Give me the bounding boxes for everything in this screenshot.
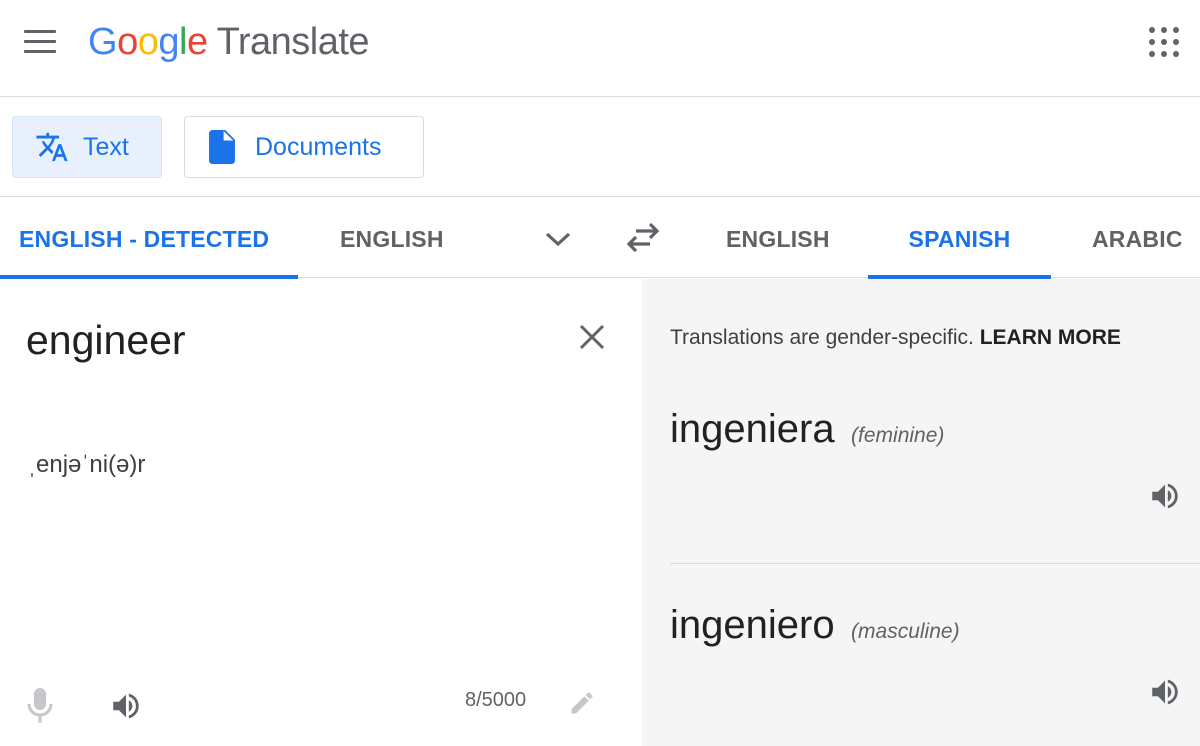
translation-word: ingeniera <box>670 407 835 451</box>
translation-masculine[interactable]: ingeniero (masculine) <box>670 603 960 648</box>
listen-source-button[interactable] <box>108 689 144 723</box>
target-lang-tab-arabic[interactable]: ARABIC <box>1092 198 1183 278</box>
text-mode-button[interactable]: Text <box>12 116 162 178</box>
translation-divider <box>670 563 1200 564</box>
listen-feminine-button[interactable] <box>1147 479 1183 513</box>
menu-bar <box>24 50 56 53</box>
listen-masculine-button[interactable] <box>1147 675 1183 709</box>
logo-letter: l <box>178 21 187 63</box>
apps-dot <box>1173 39 1179 45</box>
translation-gender: (masculine) <box>851 620 960 643</box>
speaker-icon <box>1152 679 1178 705</box>
apps-dot <box>1161 27 1167 33</box>
documents-mode-button[interactable]: Documents <box>184 116 424 178</box>
close-icon <box>579 324 605 350</box>
apps-dot <box>1161 51 1167 57</box>
voice-input-button[interactable] <box>25 687 55 725</box>
document-icon <box>209 130 235 164</box>
source-lang-more-button[interactable] <box>541 224 575 254</box>
character-count: 8/5000 <box>465 689 527 711</box>
text-mode-label: Text <box>83 132 129 161</box>
speaker-icon <box>1152 483 1178 509</box>
menu-bar <box>24 30 56 33</box>
translation-word: ingeniero <box>670 603 835 647</box>
learn-more-link[interactable]: LEARN MORE <box>980 326 1121 349</box>
target-lang-tab-spanish[interactable]: SPANISH <box>868 198 1051 279</box>
swap-arrows-icon <box>626 222 660 253</box>
source-lang-tab-detected[interactable]: ENGLISH - DETECTED <box>0 198 298 279</box>
documents-mode-label: Documents <box>255 132 382 161</box>
logo-letter: o <box>137 21 159 63</box>
gender-notice-text: Translations are gender-specific. <box>670 326 974 349</box>
logo-letter: o <box>117 21 138 63</box>
gender-notice: Translations are gender-specific. LEARN … <box>670 326 1121 350</box>
apps-dot <box>1149 27 1155 33</box>
app-header: Google Translate <box>0 0 1200 97</box>
translate-icon <box>35 130 69 164</box>
pencil-icon <box>571 692 593 714</box>
main-menu-button[interactable] <box>22 30 58 56</box>
swap-languages-button[interactable] <box>624 220 662 254</box>
translation-feminine[interactable]: ingeniera (feminine) <box>670 407 944 452</box>
source-lang-tab-english[interactable]: ENGLISH <box>340 198 444 278</box>
target-panel: Translations are gender-specific. LEARN … <box>642 279 1200 746</box>
microphone-icon <box>27 688 53 723</box>
source-text-input[interactable]: engineer <box>26 317 186 364</box>
apps-grid-icon[interactable] <box>1149 27 1179 57</box>
source-phonetic: ˌenjəˈni(ə)r <box>28 451 146 478</box>
logo-letter: g <box>158 21 179 63</box>
clear-source-button[interactable] <box>576 321 608 353</box>
apps-dot <box>1149 39 1155 45</box>
speaker-icon <box>113 693 139 719</box>
target-lang-tab-english[interactable]: ENGLISH <box>726 198 830 278</box>
menu-bar <box>24 40 56 43</box>
source-panel: engineer ˌenjəˈni(ə)r 8/5000 <box>0 279 642 746</box>
apps-dot <box>1161 39 1167 45</box>
apps-dot <box>1173 27 1179 33</box>
translation-gender: (feminine) <box>851 424 945 447</box>
google-translate-logo[interactable]: Google Translate <box>88 18 370 66</box>
apps-dot <box>1173 51 1179 57</box>
edit-button[interactable] <box>568 689 596 717</box>
logo-letter: e <box>186 21 208 63</box>
apps-dot <box>1149 51 1155 57</box>
logo-letter: G <box>88 21 118 63</box>
product-name: Translate <box>216 21 370 63</box>
language-bar: ENGLISH - DETECTED ENGLISH ENGLISH SPANI… <box>0 198 1200 279</box>
mode-bar: Text Documents <box>0 97 1200 197</box>
chevron-down-icon <box>545 232 571 247</box>
